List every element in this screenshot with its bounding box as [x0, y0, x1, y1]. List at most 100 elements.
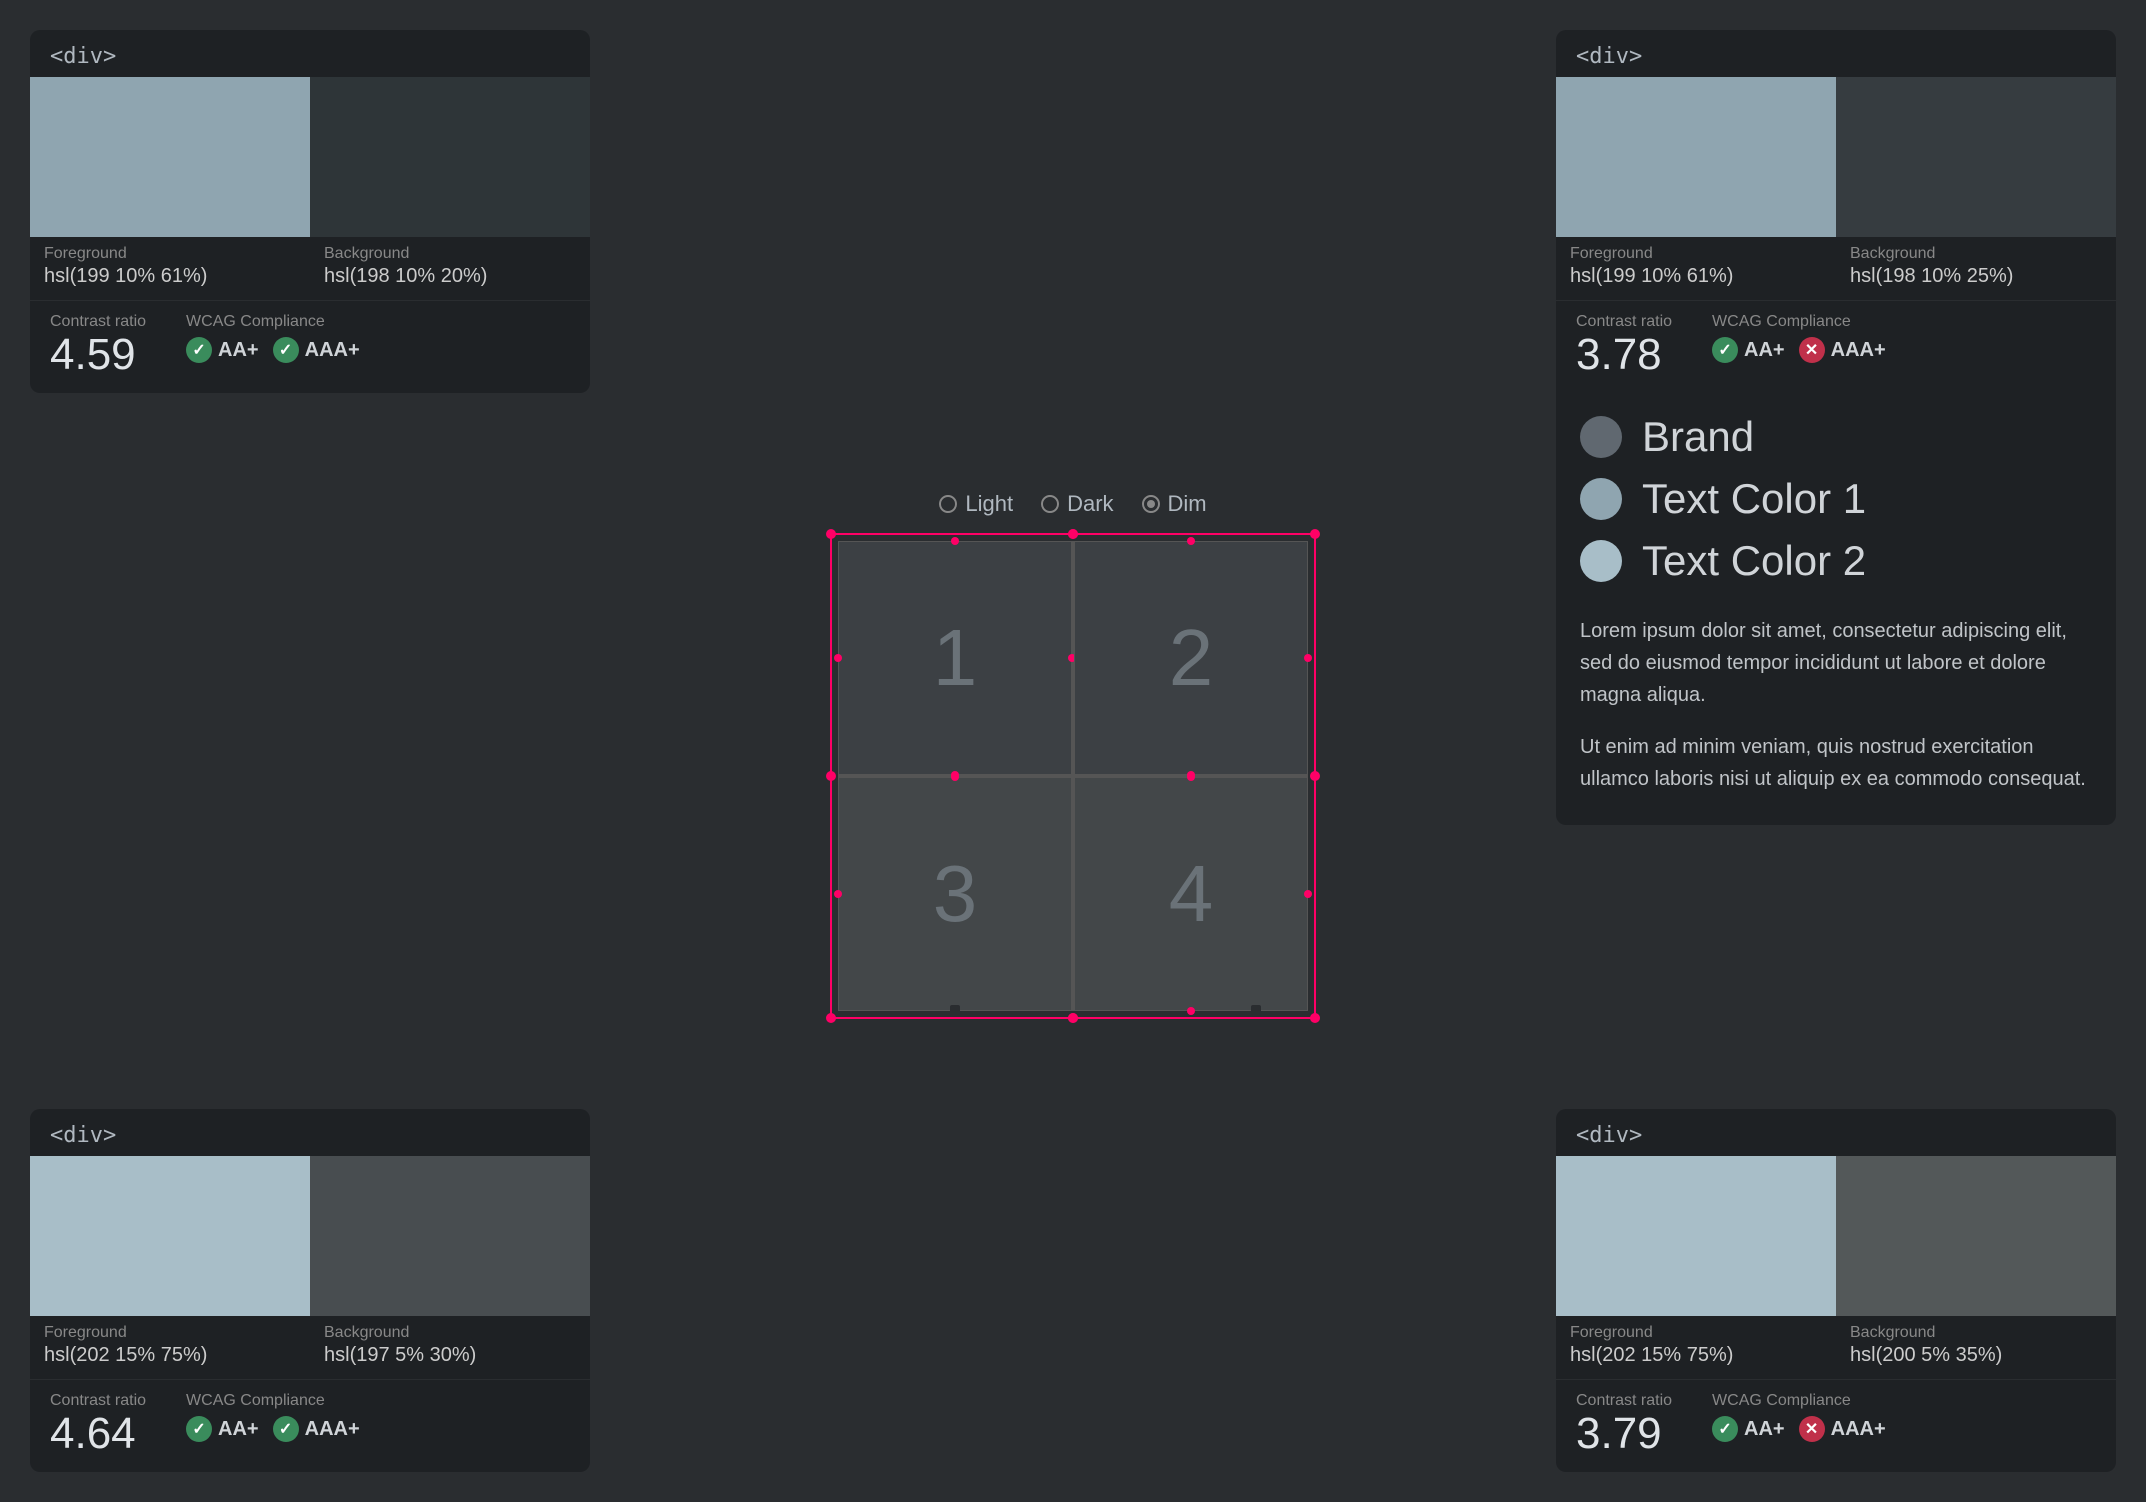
foreground-swatch-tl: [30, 77, 310, 237]
radio-light[interactable]: [939, 495, 957, 513]
badge-aa-icon-tr: ✓: [1712, 337, 1738, 363]
legend-text2-label: Text Color 2: [1642, 537, 1866, 585]
legend-brand-dot: [1580, 416, 1622, 458]
wcag-label-br: WCAG Compliance: [1712, 1392, 1886, 1410]
wcag-tr: WCAG Compliance ✓ AA+ ✕ AAA+: [1712, 313, 1886, 363]
background-info-br: Background hsl(200 5% 35%): [1836, 1316, 2116, 1379]
color-swatches-br: [1556, 1156, 2116, 1316]
badge-aaa-icon-bl: ✓: [273, 1416, 299, 1442]
background-info-bl: Background hsl(197 5% 30%): [310, 1316, 590, 1379]
grid-cell-2: 2: [1074, 541, 1308, 775]
contrast-value-tl: 4.59: [50, 333, 146, 377]
foreground-label-tr: Foreground: [1570, 245, 1822, 263]
contrast-label-tr: Contrast ratio: [1576, 313, 1672, 331]
badge-aaa-icon-br: ✕: [1799, 1416, 1825, 1442]
grid-cell-1: 1: [838, 541, 1072, 775]
legend-brand: Brand: [1580, 413, 2092, 461]
legend-text2: Text Color 2: [1580, 537, 2092, 585]
lorem-1: Lorem ipsum dolor sit amet, consectetur …: [1580, 615, 2092, 711]
foreground-value-tl: hsl(199 10% 61%): [44, 265, 296, 288]
card-bottom-bl-section: Contrast ratio 4.64 WCAG Compliance ✓ AA…: [30, 1379, 590, 1472]
card-bottom-tl: Contrast ratio 4.59 WCAG Compliance ✓ AA…: [30, 300, 590, 393]
grid-cell-4: 4: [1074, 777, 1308, 1011]
contrast-label-br: Contrast ratio: [1576, 1392, 1672, 1410]
handle-tr: [1310, 529, 1320, 539]
handle-inner-b: [1068, 1013, 1078, 1023]
contrast-bl: Contrast ratio 4.64: [50, 1392, 146, 1456]
card-bottom-right: <div> Foreground hsl(202 15% 75%) Backgr…: [1556, 1109, 2116, 1472]
background-value-tr: hsl(198 10% 25%): [1850, 265, 2102, 288]
badge-aa-label-br: AA+: [1744, 1418, 1785, 1441]
legend-text2-dot: [1580, 540, 1622, 582]
background-swatch-br: [1836, 1156, 2116, 1316]
background-value-bl: hsl(197 5% 30%): [324, 1344, 576, 1367]
contrast-value-tr: 3.78: [1576, 333, 1672, 377]
badge-aa-tl: ✓ AA+: [186, 337, 259, 363]
background-value-br: hsl(200 5% 35%): [1850, 1344, 2102, 1367]
theme-light-label: Light: [965, 491, 1013, 517]
card-bottom-right-tag: <div>: [1556, 1109, 2116, 1156]
badge-aaa-br: ✕ AAA+: [1799, 1416, 1886, 1442]
badge-aa-label-bl: AA+: [218, 1418, 259, 1441]
wcag-bl: WCAG Compliance ✓ AA+ ✓ AAA+: [186, 1392, 360, 1442]
background-info-tl: Background hsl(198 10% 20%): [310, 237, 590, 300]
badge-aaa-tl: ✓ AAA+: [273, 337, 360, 363]
card-top-left: <div> Foreground hsl(199 10% 61%) Backgr…: [30, 30, 590, 393]
wcag-label-tl: WCAG Compliance: [186, 313, 360, 331]
badge-aa-tr: ✓ AA+: [1712, 337, 1785, 363]
radio-dim[interactable]: [1142, 495, 1160, 513]
wcag-label-tr: WCAG Compliance: [1712, 313, 1886, 331]
card-top-left-tag: <div>: [30, 30, 590, 77]
badge-aa-icon-bl: ✓: [186, 1416, 212, 1442]
badge-aaa-icon-tr: ✕: [1799, 337, 1825, 363]
badge-aa-label-tl: AA+: [218, 339, 259, 362]
handle-mr: [1310, 771, 1320, 781]
handle-bl: [826, 1013, 836, 1023]
badge-aa-bl: ✓ AA+: [186, 1416, 259, 1442]
wcag-badges-tr: ✓ AA+ ✕ AAA+: [1712, 337, 1886, 363]
background-label-tr: Background: [1850, 245, 2102, 263]
contrast-br: Contrast ratio 3.79: [1576, 1392, 1672, 1456]
contrast-label-bl: Contrast ratio: [50, 1392, 146, 1410]
wcag-badges-tl: ✓ AA+ ✓ AAA+: [186, 337, 360, 363]
badge-aa-icon-br: ✓: [1712, 1416, 1738, 1442]
badge-aaa-label-bl: AAA+: [305, 1418, 360, 1441]
legend-text1: Text Color 1: [1580, 475, 2092, 523]
card-bottom-left: <div> Foreground hsl(202 15% 75%) Backgr…: [30, 1109, 590, 1472]
color-swatches-tr: [1556, 77, 2116, 237]
card-top-right-tag: <div>: [1556, 30, 2116, 77]
badge-aaa-bl: ✓ AAA+: [273, 1416, 360, 1442]
handle-br: [1310, 1013, 1320, 1023]
grid-container: 1 2 3 4: [838, 541, 1308, 1011]
wcag-tl: WCAG Compliance ✓ AA+ ✓ AAA+: [186, 313, 360, 363]
background-label-bl: Background: [324, 1324, 576, 1342]
handle-ml: [826, 771, 836, 781]
grid-cell-3: 3: [838, 777, 1072, 1011]
badge-aa-icon-tl: ✓: [186, 337, 212, 363]
badge-aaa-label-tr: AAA+: [1831, 339, 1886, 362]
foreground-info-bl: Foreground hsl(202 15% 75%): [30, 1316, 310, 1379]
legend-section: Brand Text Color 1 Text Color 2 Lorem ip…: [1556, 393, 2116, 825]
background-label-tl: Background: [324, 245, 576, 263]
grid-cell-2-number: 2: [1169, 612, 1214, 704]
handle-inner-t: [1068, 529, 1078, 539]
legend-text1-label: Text Color 1: [1642, 475, 1866, 523]
center-panel: Light Dark Dim 1: [838, 491, 1308, 1011]
legend-text1-dot: [1580, 478, 1622, 520]
foreground-swatch-br: [1556, 1156, 1836, 1316]
foreground-label-bl: Foreground: [44, 1324, 296, 1342]
radio-dark[interactable]: [1041, 495, 1059, 513]
badge-aaa-tr: ✕ AAA+: [1799, 337, 1886, 363]
theme-light-option[interactable]: Light: [939, 491, 1013, 517]
wcag-br: WCAG Compliance ✓ AA+ ✕ AAA+: [1712, 1392, 1886, 1442]
theme-dark-option[interactable]: Dark: [1041, 491, 1113, 517]
badge-aa-label-tr: AA+: [1744, 339, 1785, 362]
badge-aa-br: ✓ AA+: [1712, 1416, 1785, 1442]
contrast-tr: Contrast ratio 3.78: [1576, 313, 1672, 377]
foreground-swatch-tr: [1556, 77, 1836, 237]
legend-brand-label: Brand: [1642, 413, 1754, 461]
background-swatch-tl: [310, 77, 590, 237]
theme-dim-option[interactable]: Dim: [1142, 491, 1207, 517]
foreground-info-tr: Foreground hsl(199 10% 61%): [1556, 237, 1836, 300]
grid-cell-1-number: 1: [933, 612, 978, 704]
